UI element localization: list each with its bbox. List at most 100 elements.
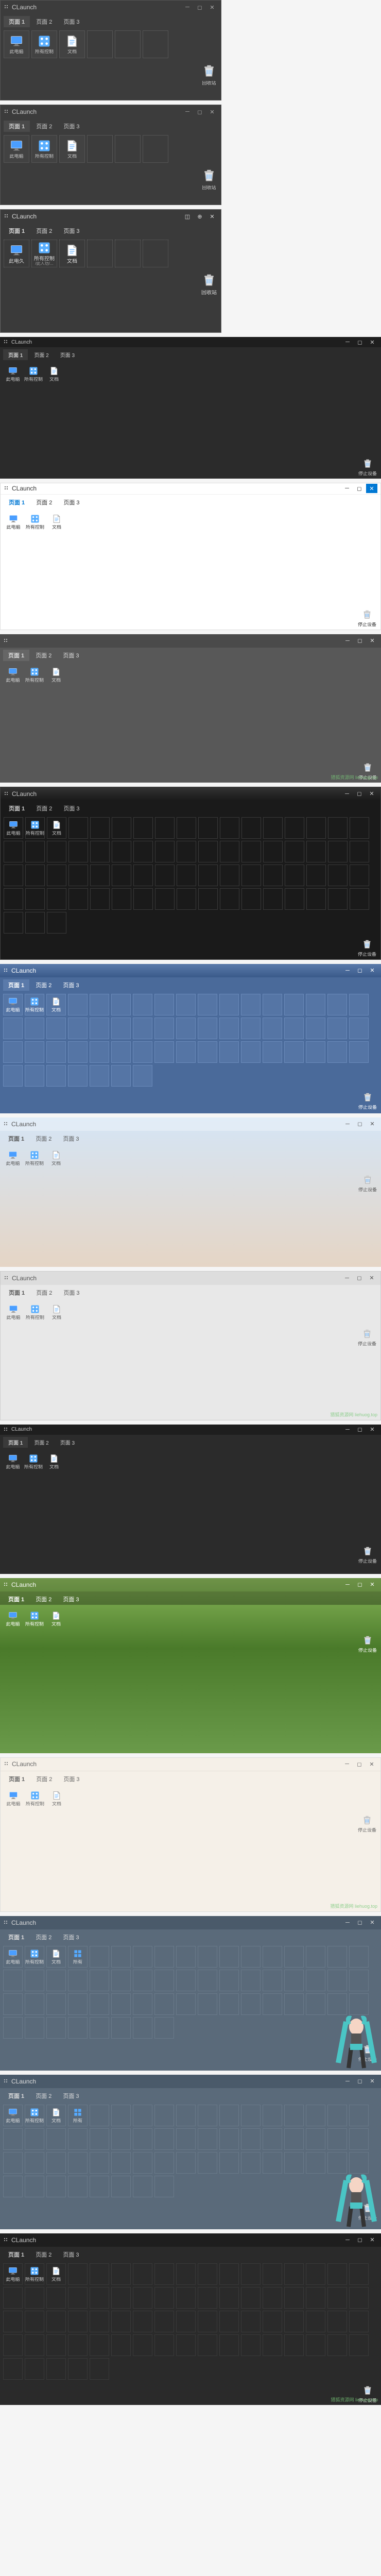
empty-slot[interactable]	[44, 1496, 64, 1518]
tab-page-2[interactable]: 页面 2	[31, 1287, 57, 1298]
empty-slot[interactable]	[284, 2128, 304, 2150]
tab-page-2[interactable]: 页面 2	[31, 121, 57, 132]
launcher-item-control[interactable]: 所有控制	[24, 363, 43, 385]
tab-page-2[interactable]: 页面 2	[30, 1133, 57, 1144]
empty-slot[interactable]	[87, 135, 113, 163]
tab-page-3[interactable]: 页面 3	[58, 16, 84, 27]
empty-slot[interactable]	[328, 841, 348, 862]
empty-slot[interactable]	[133, 511, 153, 533]
empty-slot[interactable]	[263, 2128, 282, 2150]
empty-slot[interactable]	[271, 386, 290, 408]
launcher-item-pc[interactable]: 此电脑	[4, 135, 29, 163]
tab-page-3[interactable]: 页面 3	[55, 349, 80, 360]
tab-page-3[interactable]: 页面 3	[58, 1931, 84, 1943]
empty-slot[interactable]	[198, 1018, 217, 1039]
empty-slot[interactable]	[90, 2152, 109, 2174]
launcher-item-docs[interactable]: 文档	[59, 240, 85, 267]
empty-slot[interactable]	[219, 1993, 239, 2015]
empty-slot[interactable]	[68, 2263, 88, 2285]
launcher-item-docs[interactable]: 文档	[47, 1788, 66, 1809]
empty-slot[interactable]	[285, 558, 304, 580]
empty-slot[interactable]	[198, 511, 218, 533]
empty-slot[interactable]	[68, 735, 88, 757]
empty-slot[interactable]	[25, 1018, 44, 1039]
empty-slot[interactable]	[327, 2105, 347, 2126]
empty-slot[interactable]	[154, 1946, 174, 1968]
empty-slot[interactable]	[4, 865, 23, 886]
empty-slot[interactable]	[198, 2263, 217, 2285]
empty-slot[interactable]	[68, 888, 88, 910]
launcher-item-control[interactable]: 所有控制	[31, 135, 57, 163]
empty-slot[interactable]	[46, 2334, 66, 2356]
launcher-item-docs[interactable]: 文档	[46, 994, 66, 1015]
empty-slot[interactable]	[68, 664, 88, 686]
empty-slot[interactable]	[350, 888, 369, 910]
empty-slot[interactable]	[306, 1018, 325, 1039]
empty-slot[interactable]	[333, 1451, 352, 1472]
empty-slot[interactable]	[3, 2287, 23, 2309]
tab-page-2[interactable]: 页面 2	[30, 2090, 57, 2102]
launcher-item-control[interactable]: 所有控制	[24, 1451, 43, 1472]
empty-slot[interactable]	[327, 688, 347, 709]
empty-slot[interactable]	[219, 688, 239, 709]
empty-slot[interactable]	[291, 1496, 311, 1518]
empty-slot[interactable]	[353, 386, 373, 408]
empty-slot[interactable]	[155, 888, 175, 910]
empty-slot[interactable]	[350, 865, 369, 886]
empty-slot[interactable]	[111, 994, 131, 1015]
empty-slot[interactable]	[90, 1970, 109, 1991]
empty-slot[interactable]	[328, 558, 348, 580]
empty-slot[interactable]	[241, 2311, 261, 2332]
tab-page-1[interactable]: 页面 1	[4, 225, 30, 236]
empty-slot[interactable]	[133, 2334, 152, 2356]
empty-slot[interactable]	[68, 2334, 88, 2356]
tab-page-2[interactable]: 页面 2	[31, 1773, 57, 1785]
layout-button[interactable]: ◫	[182, 212, 193, 221]
empty-slot[interactable]	[147, 1496, 167, 1518]
empty-slot[interactable]	[219, 1946, 239, 1968]
empty-slot[interactable]	[90, 511, 110, 533]
empty-slot[interactable]	[143, 240, 168, 267]
empty-slot[interactable]	[3, 735, 23, 757]
empty-slot[interactable]	[306, 1970, 325, 1991]
empty-slot[interactable]	[177, 865, 196, 886]
empty-slot[interactable]	[90, 2358, 109, 2380]
empty-slot[interactable]	[333, 1496, 352, 1518]
tab-page-3[interactable]: 页面 3	[58, 225, 84, 236]
empty-slot[interactable]	[106, 1496, 126, 1518]
empty-slot[interactable]	[133, 888, 153, 910]
empty-slot[interactable]	[219, 1970, 239, 1991]
empty-slot[interactable]	[155, 558, 175, 580]
empty-slot[interactable]	[263, 1970, 282, 1991]
empty-slot[interactable]	[112, 817, 131, 839]
empty-slot[interactable]	[176, 994, 196, 1015]
empty-slot[interactable]	[176, 2311, 196, 2332]
empty-slot[interactable]	[25, 1065, 44, 1087]
close-button[interactable]: ✕	[206, 212, 218, 221]
empty-slot[interactable]	[306, 865, 326, 886]
empty-slot[interactable]	[176, 2105, 196, 2126]
empty-slot[interactable]	[198, 1970, 217, 1991]
empty-slot[interactable]	[3, 2311, 23, 2332]
recycle-bin[interactable]: 停止设备	[358, 609, 376, 628]
empty-slot[interactable]	[263, 1018, 282, 1039]
empty-slot[interactable]	[198, 888, 218, 910]
empty-slot[interactable]	[176, 2152, 196, 2174]
empty-slot[interactable]	[250, 409, 270, 430]
empty-slot[interactable]	[241, 2287, 261, 2309]
empty-slot[interactable]	[312, 1451, 332, 1472]
empty-slot[interactable]	[47, 865, 66, 886]
empty-slot[interactable]	[3, 1065, 23, 1087]
empty-slot[interactable]	[209, 409, 229, 430]
empty-slot[interactable]	[90, 817, 110, 839]
empty-slot[interactable]	[106, 1473, 126, 1495]
empty-slot[interactable]	[349, 2128, 369, 2150]
empty-slot[interactable]	[328, 817, 348, 839]
empty-slot[interactable]	[47, 888, 66, 910]
launcher-item-pc[interactable]: 此电脑	[3, 1451, 23, 1472]
empty-slot[interactable]	[85, 1473, 105, 1495]
empty-slot[interactable]	[44, 409, 64, 430]
empty-slot[interactable]	[168, 386, 187, 408]
empty-slot[interactable]	[168, 409, 187, 430]
empty-slot[interactable]	[68, 1970, 88, 1991]
